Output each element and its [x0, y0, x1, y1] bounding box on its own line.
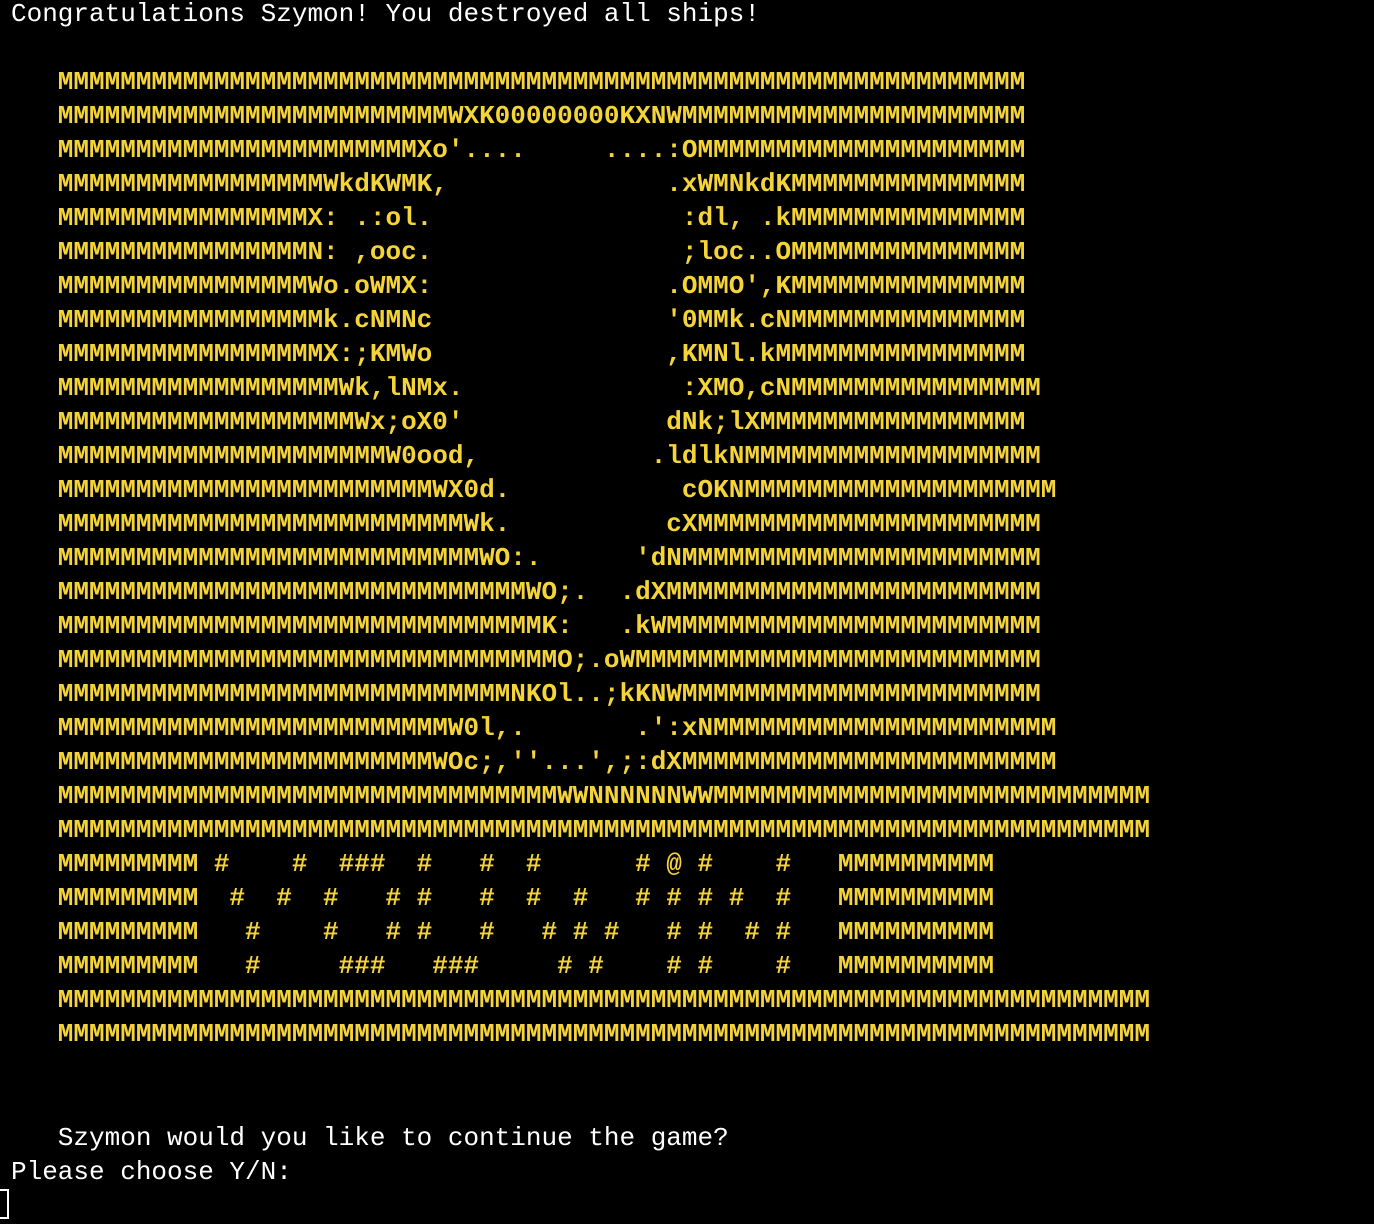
ascii-art-line: MMMMMMMMMMMMMMMMMX:;KMWo ,KMNl.kMMMMMMMM… [11, 339, 1026, 369]
continue-question: Szymon would you like to continue the ga… [11, 1123, 729, 1153]
ascii-art-line: MMMMMMMMMMMMMMMMMMMMMMMMMW0l,. .':xNMMMM… [11, 713, 1057, 743]
ascii-art-line: MMMMMMMMMMMMMMMMMMMMMMMMMWXK00000000KXNW… [11, 101, 1026, 131]
ascii-art-line: MMMMMMMMMMMMMMMMN: ,ooc. ;loc..OMMMMMMMM… [11, 237, 1026, 267]
ascii-art-line: MMMMMMMMMMMMMMMMWo.oWMX: .OMMO',KMMMMMMM… [11, 271, 1026, 301]
ascii-art-line: MMMMMMMMMMMMMMMMMMMMMMMMMMMMMMMMWWNNNNNN… [11, 781, 1150, 811]
ascii-art-line: MMMMMMMMM # ### ### # # # # # MMMMMMMMMM [11, 951, 994, 981]
ascii-art-line: MMMMMMMMMMMMMMMMMWkdKWMK, .xWMNkdKMMMMMM… [11, 169, 1026, 199]
yes-no-prompt[interactable]: Please choose Y/N: [11, 1155, 292, 1189]
ascii-art-line: MMMMMMMMMMMMMMMMMMMMMMMMMMMMMNKOl..;kKNW… [11, 679, 1041, 709]
terminal-cursor[interactable] [0, 1189, 9, 1219]
ascii-art-line: MMMMMMMMMMMMMMMMMMMMMMMMWOc;,''...',;:dX… [11, 747, 1057, 777]
ascii-art-line: MMMMMMMMM # # ### # # # # @ # # MMMMMMMM… [11, 849, 994, 879]
ascii-art-line: MMMMMMMMMMMMMMMMMMMMMMMMWX0d. cOKNMMMMMM… [11, 475, 1057, 505]
ascii-art-line: MMMMMMMMMMMMMMMMMMMMMMMXo'.... ....:OMMM… [11, 135, 1026, 165]
ascii-art-line: MMMMMMMMMMMMMMMMMMMMMMMMMMMMMMMMMMMMMMMM… [11, 1019, 1150, 1049]
ascii-art-line: MMMMMMMMMMMMMMMMMMMWx;oX0' dNk;lXMMMMMMM… [11, 407, 1026, 437]
ascii-art-line: MMMMMMMMMMMMMMMMMMMMMW0ood, .ldlkNMMMMMM… [11, 441, 1041, 471]
ascii-art-line: MMMMMMMMMMMMMMMMX: .:ol. :dl, .kMMMMMMMM… [11, 203, 1026, 233]
ascii-art-line: MMMMMMMMMMMMMMMMMMMMMMMMMMMMMMMK: .kWMMM… [11, 611, 1041, 641]
ascii-art-line: MMMMMMMMM # # # # # # # # # # # # MMMMMM… [11, 917, 994, 947]
ascii-art-line: MMMMMMMMMMMMMMMMMk.cNMNc '0MMk.cNMMMMMMM… [11, 305, 1026, 335]
ascii-art-line: MMMMMMMMMMMMMMMMMMMMMMMMMMMMMMWO;. .dXMM… [11, 577, 1041, 607]
ascii-art-line: MMMMMMMMMMMMMMMMMMMMMMMMMMMWO:. 'dNMMMMM… [11, 543, 1041, 573]
ascii-art-line: MMMMMMMMMMMMMMMMMMMMMMMMMMMMMMMMMMMMMMMM… [11, 985, 1150, 1015]
ascii-art-line: MMMMMMMMMMMMMMMMMMMMMMMMMMMMMMMMO;.oWMMM… [11, 645, 1041, 675]
ascii-art-line: MMMMMMMMM # # # # # # # # # # # # # MMMM… [11, 883, 994, 913]
ascii-art-banner: MMMMMMMMMMMMMMMMMMMMMMMMMMMMMMMMMMMMMMMM… [11, 65, 1150, 1051]
ascii-art-line: MMMMMMMMMMMMMMMMMMMMMMMMMMMMMMMMMMMMMMMM… [11, 815, 1150, 845]
ascii-art-line: MMMMMMMMMMMMMMMMMMMMMMMMMMMMMMMMMMMMMMMM… [11, 67, 1026, 97]
ascii-art-line: MMMMMMMMMMMMMMMMMMWk,lNMx. :XMO,cNMMMMMM… [11, 373, 1041, 403]
ascii-art-line: MMMMMMMMMMMMMMMMMMMMMMMMMMWk. cXMMMMMMMM… [11, 509, 1041, 539]
victory-message: Congratulations Szymon! You destroyed al… [11, 0, 760, 29]
